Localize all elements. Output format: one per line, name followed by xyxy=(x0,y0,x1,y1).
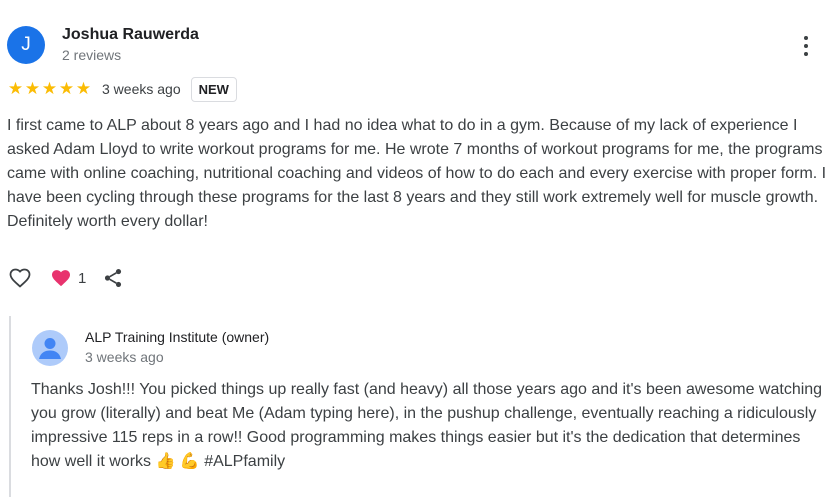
reactions-button[interactable]: 1 xyxy=(51,269,86,287)
share-button[interactable] xyxy=(102,266,124,290)
review-text: I first came to ALP about 8 years ago an… xyxy=(7,117,827,230)
like-button[interactable] xyxy=(7,266,33,290)
owner-avatar xyxy=(32,330,68,366)
author-review-count: 2 reviews xyxy=(62,47,122,63)
heart-reaction-icon xyxy=(52,270,70,287)
heart-outline-icon xyxy=(9,268,31,288)
share-icon xyxy=(105,269,122,287)
reply-text: Thanks Josh!!! You picked things up real… xyxy=(31,381,823,470)
reply-time: 3 weeks ago xyxy=(85,349,164,365)
star-icon: ★ xyxy=(7,79,24,98)
rating-row: ★ ★ ★ ★ ★ 3 weeks ago NEW xyxy=(7,76,237,102)
star-rating: ★ ★ ★ ★ ★ xyxy=(7,79,92,99)
star-icon: ★ xyxy=(75,79,92,98)
author-avatar[interactable]: J xyxy=(7,26,45,64)
person-icon xyxy=(32,330,68,366)
reaction-count: 1 xyxy=(78,269,87,287)
owner-reply: ALP Training Institute (owner) 3 weeks a… xyxy=(9,316,837,497)
more-vert-icon xyxy=(796,33,816,56)
star-icon: ★ xyxy=(58,79,75,98)
star-icon: ★ xyxy=(41,79,58,98)
review-time: 3 weeks ago xyxy=(102,81,181,97)
review-card: J Joshua Rauwerda 2 reviews ★ ★ ★ ★ ★ 3 … xyxy=(0,0,837,497)
more-options-button[interactable] xyxy=(796,33,816,59)
review-actions: 1 xyxy=(7,264,124,292)
star-icon: ★ xyxy=(24,79,41,98)
author-name[interactable]: Joshua Rauwerda xyxy=(62,26,199,44)
new-badge: NEW xyxy=(190,76,237,102)
owner-name: ALP Training Institute (owner) xyxy=(85,329,270,345)
